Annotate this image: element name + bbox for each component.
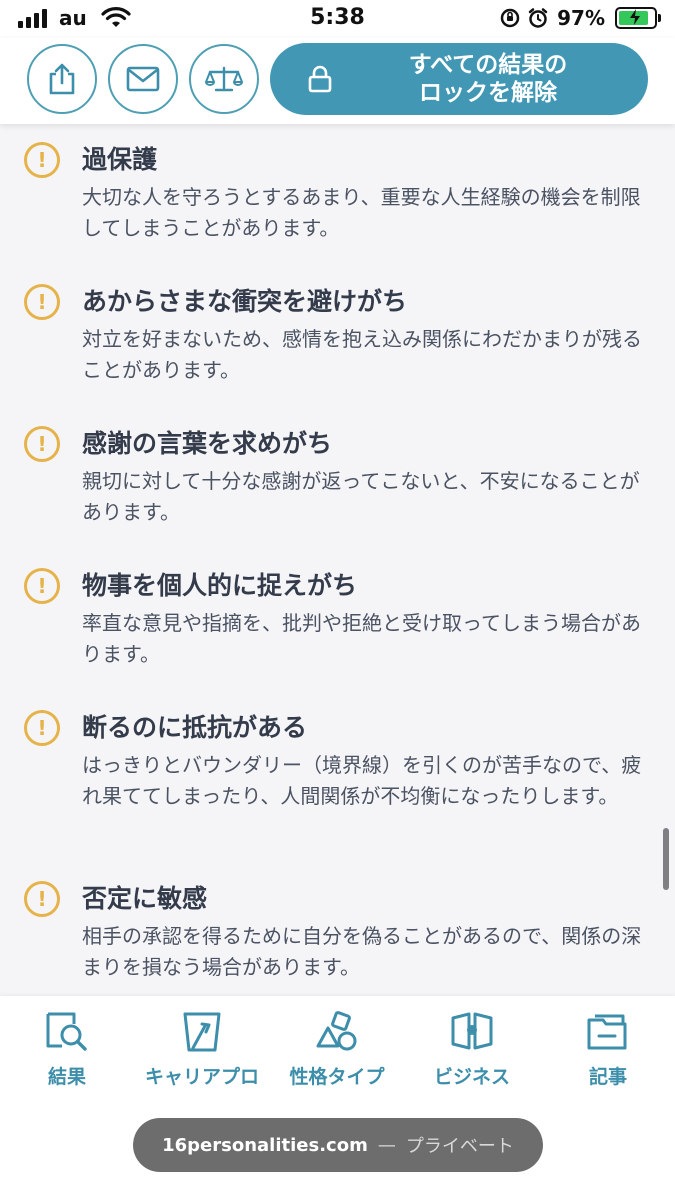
- weaknesses-list: ! 過保護 大切な人を守ろうとするあまり、重要な人生経験の機会を制限してしまうこ…: [0, 124, 675, 996]
- status-bar: au 5:38 97%: [0, 0, 675, 38]
- top-toolbar: すべての結果の ロックを解除: [0, 38, 675, 124]
- weakness-description: 大切な人を守ろうとするあまり、重要な人生経験の機会を制限してしまうことがあります…: [82, 185, 641, 240]
- nav-label: ビジネス: [433, 1066, 510, 1088]
- weakness-title: 感謝の言葉を求めがち: [82, 429, 333, 458]
- share-icon: [49, 63, 75, 95]
- warning-icon: !: [24, 881, 60, 917]
- charging-icon: [630, 9, 640, 25]
- nav-label: 性格タイプ: [289, 1066, 385, 1088]
- nav-label: キャリアプロ: [144, 1066, 259, 1088]
- battery-percent: 97%: [557, 6, 605, 30]
- unlock-button-label: すべての結果の ロックを解除: [408, 52, 568, 106]
- url-domain: 16personalities.com: [162, 1134, 368, 1156]
- mail-icon: [126, 66, 160, 92]
- compare-button[interactable]: [189, 44, 259, 114]
- business-icon: [451, 1012, 493, 1050]
- nav-personality-types[interactable]: 性格タイプ: [272, 1010, 402, 1089]
- career-icon: [183, 1012, 221, 1052]
- weakness-title: 否定に敏感: [82, 884, 208, 913]
- nav-career[interactable]: キャリアプロ: [137, 1010, 267, 1089]
- weakness-title: 物事を個人的に捉えがち: [82, 571, 358, 600]
- warning-icon: !: [24, 710, 60, 746]
- articles-icon: [587, 1014, 627, 1050]
- private-mode-label: プライベート: [405, 1136, 514, 1157]
- weakness-description: 対立を好まないため、感情を抱え込み関係にわだかまりが残ることがあります。: [82, 327, 642, 382]
- orientation-lock-icon: [500, 8, 520, 28]
- weakness-title: あからさまな衝突を避けがち: [82, 287, 408, 316]
- nav-results[interactable]: 結果: [2, 1010, 132, 1089]
- warning-icon: !: [24, 568, 60, 604]
- personality-types-icon: [316, 1011, 357, 1051]
- email-button[interactable]: [108, 44, 178, 114]
- results-icon: [46, 1012, 87, 1051]
- nav-business[interactable]: ビジネス: [407, 1010, 537, 1089]
- lock-icon: [308, 65, 332, 93]
- browser-url-bar[interactable]: 16personalities.com — プライベート: [133, 1118, 543, 1172]
- warning-icon: !: [24, 142, 60, 178]
- bottom-navigation: 結果 キャリアプロ 性格タイプ ビジネス 記事 16personalities.…: [0, 996, 675, 1200]
- url-separator: —: [377, 1134, 396, 1156]
- warning-icon: !: [24, 426, 60, 462]
- weakness-description: 率直な意見や指摘を、批判や拒絶と受け取ってしまう場合があります。: [82, 611, 641, 666]
- share-button[interactable]: [27, 44, 97, 114]
- weakness-description: はっきりとバウンダリー（境界線）を引くのが苦手なので、疲れ果ててしまったり、人間…: [82, 753, 642, 808]
- weakness-title: 過保護: [82, 145, 158, 174]
- status-right: 97%: [499, 6, 661, 30]
- nav-label: 結果: [47, 1066, 86, 1088]
- alarm-icon: [528, 8, 548, 28]
- nav-label: 記事: [588, 1066, 627, 1088]
- nav-articles[interactable]: 記事: [543, 1010, 673, 1089]
- battery-icon: [615, 7, 661, 29]
- weakness-description: 相手の承認を得るために自分を偽ることがあるので、関係の深まりを損なう場合がありま…: [82, 924, 642, 979]
- weakness-description: 親切に対して十分な感謝が返ってこないと、不安になることがあります。: [82, 469, 640, 524]
- unlock-all-results-button[interactable]: すべての結果の ロックを解除: [270, 43, 648, 115]
- warning-icon: !: [24, 284, 60, 320]
- weakness-title: 断るのに抵抗がある: [82, 713, 308, 742]
- scale-icon: [205, 66, 243, 92]
- scrollbar-thumb[interactable]: [663, 828, 669, 890]
